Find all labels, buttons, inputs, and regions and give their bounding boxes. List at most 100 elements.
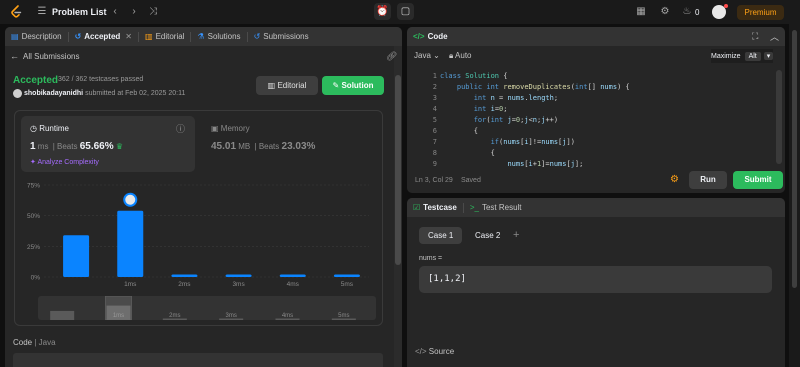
chart-bar[interactable] (333, 274, 360, 278)
maximize-label: Maximize (711, 52, 741, 60)
tab-testcase[interactable]: ☑ Testcase (407, 198, 463, 217)
chart-bar[interactable] (117, 210, 144, 277)
chevron-down-icon[interactable]: ▾ (763, 52, 774, 60)
tab-solutions[interactable]: ⚗ Solutions (191, 27, 246, 46)
line-number: 9 (432, 160, 437, 168)
x-tick-label: 1ms (124, 281, 137, 288)
gear-icon[interactable]: ⚙ (659, 6, 671, 18)
notes-icon[interactable]: ▢ (397, 3, 414, 20)
memory-beats-label: Beats (258, 142, 280, 151)
page-scrollbar-thumb[interactable] (792, 30, 797, 288)
memory-card[interactable]: ▣ Memory 45.01 MB | Beats 23.03% (203, 116, 377, 172)
leetcode-logo[interactable] (10, 5, 23, 19)
code-text: if(nums[i]!=nums[j]) (490, 138, 575, 146)
streak-count: 0 (695, 8, 700, 17)
memory-chip-icon: ▣ (211, 124, 221, 133)
link-icon[interactable]: 🔗︎ (386, 51, 397, 62)
tab-test-result[interactable]: >_ Test Result (464, 198, 528, 217)
chevron-down-icon: ⌄ (433, 51, 440, 60)
debug-icon[interactable]: ⚙ (670, 174, 679, 185)
notification-dot (724, 4, 728, 8)
close-icon[interactable]: ✕ (125, 32, 132, 41)
maximize-shortcut[interactable]: Maximize Alt ▾ (711, 49, 774, 63)
code-editor[interactable]: 1 class Solution { 2 public int removeDup… (407, 68, 785, 168)
editorial-button[interactable]: ▥ Editorial (256, 76, 318, 95)
problem-list-link[interactable]: Problem List (52, 7, 107, 17)
tab-description[interactable]: ▤ Description (5, 27, 68, 46)
clock-icon: ◷ (30, 124, 40, 133)
auto-mode-toggle[interactable]: 🔒︎ Auto (449, 51, 472, 61)
tab-accepted[interactable]: ↺ Accepted ✕ (69, 27, 138, 46)
line-number: 2 (432, 83, 437, 91)
timer-icon[interactable]: ⏰ (374, 3, 391, 20)
minimap-bars[interactable]: 1ms2ms3ms4ms5ms (38, 296, 376, 320)
y-tick-label: 0% (31, 275, 41, 282)
username[interactable]: shobikadayanidhi (24, 90, 83, 97)
runtime-title: Runtime (39, 124, 69, 133)
chart-bar[interactable] (279, 274, 306, 278)
param-name: nums = (419, 255, 443, 262)
line-number: 1 (432, 72, 437, 80)
runtime-title-row: ◷ Runtime (30, 124, 69, 133)
code-preview (13, 353, 383, 367)
param-value-field[interactable]: [1,1,2] (419, 266, 772, 293)
chevron-right-icon[interactable]: › (128, 6, 140, 18)
code-text: for(int j=0;j<n;j++) (473, 116, 559, 124)
code-text: nums[i+1]=nums[j]; (507, 160, 584, 168)
y-tick-label: 25% (27, 244, 40, 251)
code-text: int n = nums.length; (473, 94, 559, 102)
line-number: 7 (432, 138, 437, 146)
solution-label: Solution (341, 81, 374, 90)
line-number: 5 (432, 116, 437, 124)
collapse-icon[interactable]: ︿ (770, 30, 779, 43)
all-submissions-link[interactable]: All Submissions (23, 52, 79, 61)
shuffle-icon[interactable]: ⤨ (147, 6, 159, 18)
minimap-bar (50, 310, 75, 320)
beats-badge-icon: ♛ (115, 142, 124, 151)
minimap-selection (105, 296, 132, 320)
source-link[interactable]: </> Source (415, 347, 454, 356)
list-icon[interactable]: ☰ (36, 6, 48, 18)
language-label: Java (414, 51, 431, 60)
minimap-tick-label: 5ms (338, 313, 349, 319)
memory-title: Memory (220, 124, 250, 133)
expand-icon[interactable]: ⛶ (752, 31, 758, 42)
tab-label: Accepted (84, 32, 121, 41)
runtime-card[interactable]: ◷ Runtime ⓘ 1 ms | Beats 65.66% ♛ ✦ Anal… (21, 116, 195, 172)
editor-scrollbar[interactable] (776, 70, 782, 164)
editorial-label: Editorial (277, 81, 307, 90)
info-icon[interactable]: ⓘ (176, 122, 185, 135)
submit-button[interactable]: Submit (733, 171, 783, 189)
scrollbar-thumb[interactable] (395, 75, 401, 265)
premium-button[interactable]: Premium (737, 5, 784, 20)
tab-editorial[interactable]: ▥ Editorial (139, 27, 190, 46)
analyze-label: Analyze Complexity (37, 159, 99, 166)
flask-icon: ⚗ (197, 32, 205, 41)
run-button[interactable]: Run (689, 171, 727, 189)
user-avatar[interactable] (13, 89, 22, 98)
grid-icon[interactable]: ▦ (635, 6, 647, 18)
memory-beats-value: 23.03% (281, 141, 316, 152)
chart-bar[interactable] (171, 274, 198, 278)
code-section-header: Code | Java (13, 338, 56, 347)
case-1-tab[interactable]: Case 1 (419, 227, 463, 244)
fire-icon[interactable]: ♨ (681, 6, 693, 18)
chart-bar[interactable] (63, 235, 90, 277)
tab-submissions[interactable]: ↺ Submissions (248, 27, 315, 46)
tab-code[interactable]: </> Code (407, 27, 454, 46)
add-case-button[interactable]: + (513, 229, 519, 241)
line-number: 6 (432, 127, 437, 135)
testcase-tab-bar: ☑ Testcase >_ Test Result (407, 198, 785, 217)
x-tick-label: 4ms (287, 281, 300, 288)
memory-title-row: ▣ Memory (211, 124, 250, 133)
language-select[interactable]: Java ⌄ (414, 51, 440, 60)
solution-button[interactable]: ✎ Solution (322, 76, 384, 95)
chart-bar[interactable] (225, 274, 252, 278)
tab-label: Editorial (155, 32, 185, 41)
chevron-left-icon[interactable]: ‹ (109, 6, 121, 18)
back-arrow-icon[interactable]: ← (10, 51, 19, 61)
case-2-tab[interactable]: Case 2 (466, 227, 509, 244)
source-label: Source (428, 347, 455, 356)
code-panel-header: </> Code ⛶ ︿ (407, 27, 785, 46)
analyze-complexity-link[interactable]: ✦ Analyze Complexity (30, 158, 99, 166)
